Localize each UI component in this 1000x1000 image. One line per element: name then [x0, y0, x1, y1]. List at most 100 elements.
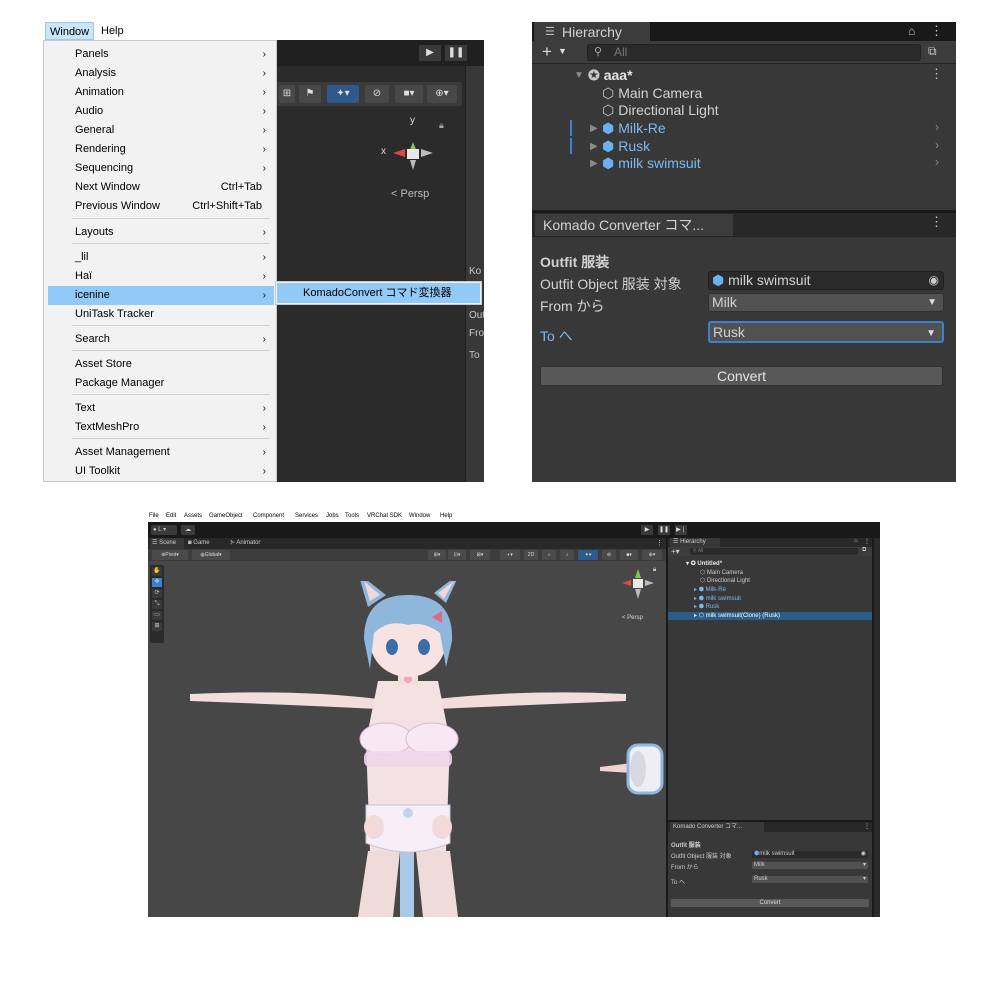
list-item[interactable]: ⬢ milk swimsuit — [602, 154, 701, 172]
menu-item[interactable]: General › — [48, 121, 274, 140]
visibility-icon[interactable]: ⊘ — [602, 550, 616, 560]
chevron-down-icon[interactable]: ▼ — [558, 46, 567, 56]
snap-icon[interactable]: ⚑ — [299, 85, 321, 103]
filter-icon[interactable]: ⧉ — [862, 547, 866, 554]
list-item[interactable]: ⬡ Main Camera — [700, 569, 743, 577]
menu-item[interactable]: Sequencing › — [48, 159, 274, 178]
lock-icon[interactable]: ⌂ — [854, 538, 858, 544]
visibility-icon[interactable]: ⊘ — [365, 85, 389, 103]
to-dropdown[interactable]: Rusk ▼ — [708, 321, 944, 343]
hand-tool-icon[interactable]: ✋ — [152, 567, 162, 576]
grid-icon[interactable]: ⊞ — [279, 85, 295, 103]
list-item[interactable]: ▸ ⬢ milk swimsuit — [694, 595, 741, 603]
play-icon[interactable]: ▶ — [419, 45, 441, 61]
kebab-menu-icon[interactable]: ⋮ — [930, 214, 943, 230]
scene-row[interactable]: ✪ aaa* — [588, 66, 633, 84]
from-dropdown[interactable]: Milk ▾ — [752, 862, 868, 869]
gizmos-icon[interactable]: ⊕▾ — [642, 550, 662, 560]
add-icon[interactable]: +▾ — [671, 547, 680, 556]
menu-item[interactable]: icenine › — [48, 286, 274, 305]
outfit-object-field[interactable]: ⬢milk swimsuit ◉ — [752, 851, 868, 858]
convert-button[interactable]: Convert — [540, 366, 943, 386]
list-item[interactable]: ⬡ Directional Light — [700, 577, 750, 585]
list-item-selected[interactable]: ▸ ⬡ milk swimsuit(Clone) (Rusk) — [668, 612, 872, 620]
menu-item[interactable]: Previous Window Ctrl+Shift+Tab — [48, 197, 274, 216]
from-dropdown[interactable]: Milk ▼ — [708, 293, 944, 312]
menu-tools[interactable]: Tools — [345, 513, 359, 519]
menu-edit[interactable]: Edit — [166, 513, 176, 519]
increment-icon[interactable]: ⊠▾ — [470, 550, 490, 560]
scale-tool-icon[interactable]: ⤡ — [152, 600, 162, 609]
effects-icon[interactable]: ✦▾ — [578, 550, 598, 560]
menu-item[interactable]: TextMeshPro › — [48, 418, 274, 437]
menu-item[interactable]: Layouts › — [48, 223, 274, 242]
list-item[interactable]: ⬢ Rusk — [602, 137, 650, 155]
pause-icon[interactable]: ❚❚ — [658, 525, 670, 535]
menu-services[interactable]: Services — [295, 513, 318, 519]
search-input[interactable]: ⚲ All — [587, 44, 921, 61]
tab-animator[interactable]: ⊱ Animator — [230, 538, 274, 549]
orientation-gizmo[interactable] — [618, 565, 658, 605]
object-picker-icon[interactable]: ◉ — [929, 272, 939, 289]
kebab-menu-icon[interactable]: ⋮ — [864, 538, 870, 545]
chevron-right-icon[interactable]: › — [935, 155, 939, 169]
list-item[interactable]: ⬡ Main Camera — [602, 84, 702, 102]
scene-view[interactable]: < Persp 🔒︎ — [148, 561, 666, 917]
rotate-tool-icon[interactable]: ⟳ — [152, 589, 162, 598]
avatar-model[interactable] — [188, 581, 628, 917]
shading-icon[interactable]: ◐▾ — [500, 550, 520, 560]
2d-toggle[interactable]: 2D — [524, 550, 538, 560]
menu-assets[interactable]: Assets — [184, 513, 202, 519]
search-input[interactable]: ⚲ All — [690, 548, 858, 555]
kebab-menu-icon[interactable]: ⋮ — [930, 23, 943, 39]
to-dropdown[interactable]: Rusk ▾ — [752, 876, 868, 883]
scene-menu-icon[interactable]: ⋮ — [930, 66, 943, 82]
cloud-icon[interactable]: ☁ — [181, 525, 195, 535]
menu-gameobject[interactable]: GameObject — [209, 513, 243, 519]
pause-icon[interactable]: ❚❚ — [445, 45, 467, 61]
menu-item[interactable]: Asset Store — [48, 355, 274, 374]
persp-label[interactable]: < Persp — [391, 188, 429, 200]
menu-jobs[interactable]: Jobs — [326, 513, 339, 519]
outfit-object-field[interactable]: ⬢ milk swimsuit ◉ — [708, 271, 944, 290]
expand-icon[interactable]: ▼ — [574, 70, 584, 81]
menu-vrchat-sdk[interactable]: VRChat SDK — [367, 513, 402, 519]
grid-icon[interactable]: ⊞▾ — [428, 550, 446, 560]
menu-window[interactable]: Window — [45, 22, 95, 40]
kebab-menu-icon[interactable]: ⋮ — [864, 823, 870, 830]
lock-icon[interactable]: 🔒︎ — [653, 567, 656, 574]
kebab-menu-icon[interactable]: ⋮ — [656, 539, 663, 547]
account-button[interactable]: ● L ▾ — [151, 525, 177, 535]
menu-item[interactable]: _lil › — [48, 248, 274, 267]
scene-row[interactable]: ▾ ✪ Untitled* — [686, 560, 722, 568]
play-icon[interactable]: ▶ — [641, 525, 653, 535]
pivot-dropdown[interactable]: ⊕Pivot▾ — [152, 550, 188, 560]
menu-item[interactable]: Asset Management › — [48, 443, 274, 462]
menu-item[interactable]: Next Window Ctrl+Tab — [48, 178, 274, 197]
convert-button[interactable]: Convert — [671, 899, 869, 907]
tab-scene[interactable]: ☰ Scene — [150, 538, 184, 549]
add-icon[interactable]: + — [542, 42, 552, 62]
filter-icon[interactable]: ⧉ — [928, 44, 937, 59]
chevron-right-icon[interactable]: › — [935, 120, 939, 134]
tab-hierarchy[interactable]: ☰ Hierarchy — [534, 22, 650, 42]
list-item[interactable]: ⬢ Milk-Re — [602, 119, 666, 137]
expand-icon[interactable]: ▶ — [590, 141, 598, 152]
menu-item[interactable]: Haï › — [48, 267, 274, 286]
lock-icon[interactable]: 🔒︎ — [439, 120, 444, 131]
transform-tool-icon[interactable]: ⊞ — [152, 622, 162, 631]
snap-icon[interactable]: ⊡▾ — [448, 550, 466, 560]
menu-window[interactable]: Window — [409, 513, 430, 519]
menu-item[interactable]: Animation › — [48, 83, 274, 102]
orientation-gizmo[interactable] — [393, 142, 433, 172]
expand-icon[interactable]: ▶ — [590, 123, 598, 134]
list-item[interactable]: ⬡ Directional Light — [602, 101, 719, 119]
step-icon[interactable]: ▶❘ — [675, 525, 687, 535]
menu-help[interactable]: Help — [440, 513, 452, 519]
menu-item[interactable]: Audio › — [48, 102, 274, 121]
persp-label[interactable]: < Persp — [622, 615, 643, 621]
tab-hierarchy[interactable]: ☰ Hierarchy — [670, 538, 720, 547]
menu-help[interactable]: Help — [97, 22, 128, 40]
menu-item[interactable]: Analysis › — [48, 64, 274, 83]
menu-item[interactable]: Rendering › — [48, 140, 274, 159]
